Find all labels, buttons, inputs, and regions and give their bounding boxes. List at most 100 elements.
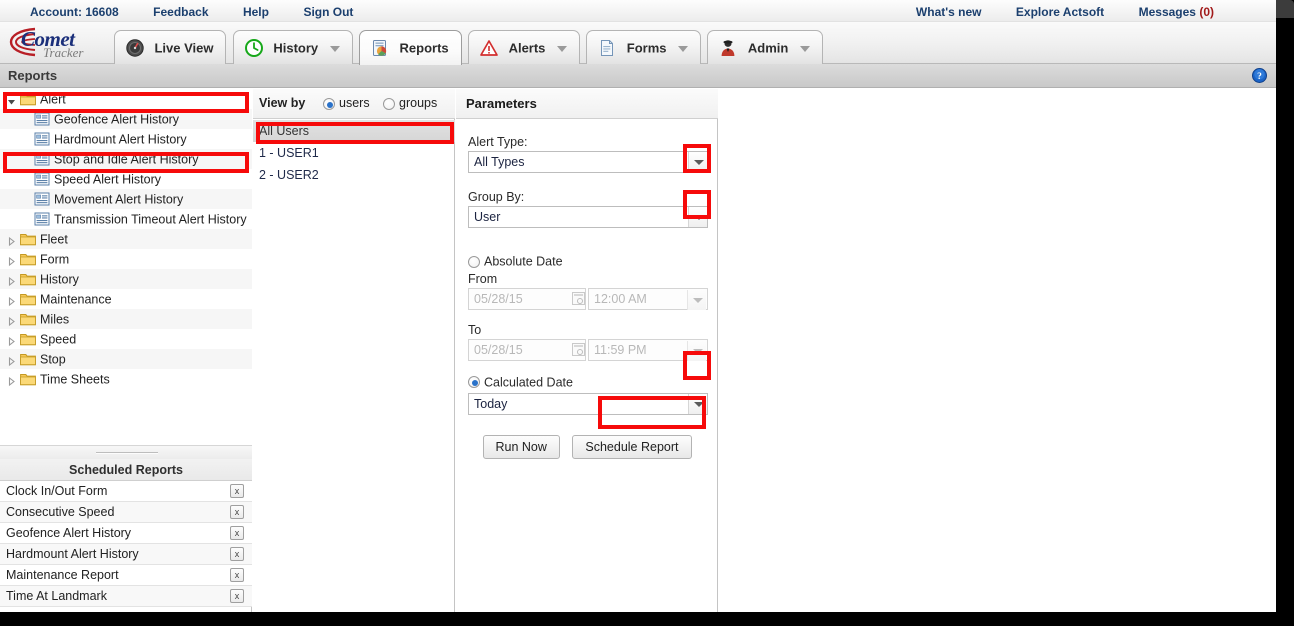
splitter-grip — [96, 452, 158, 454]
tab-alerts[interactable]: Alerts — [468, 30, 580, 64]
group-by-dropdown-arrow[interactable] — [688, 207, 707, 227]
calculated-date-dropdown-arrow[interactable] — [688, 394, 707, 415]
calculated-date-radio[interactable]: Calculated Date — [468, 375, 718, 389]
calendar-icon[interactable] — [572, 291, 585, 305]
from-date-input[interactable]: 05/28/15 — [468, 287, 586, 310]
tree-node[interactable]: Miles — [0, 309, 252, 329]
tab-admin[interactable]: Admin — [707, 30, 823, 64]
scheduled-report-row[interactable]: Time At Landmark x — [0, 586, 252, 607]
sign-out-link[interactable]: Sign Out — [303, 5, 353, 19]
tree-node[interactable]: Speed Alert History — [0, 169, 252, 189]
tree-node[interactable]: Stop — [0, 349, 252, 369]
tree-node[interactable]: Time Sheets — [0, 369, 252, 389]
tree-node[interactable]: Hardmount Alert History — [0, 129, 252, 149]
messages-link[interactable]: Messages (0) — [1139, 5, 1214, 19]
alert-type-dropdown[interactable]: All Types — [468, 151, 708, 173]
schedule-report-button[interactable]: Schedule Report — [572, 435, 692, 460]
triangle-right-icon[interactable] — [6, 333, 17, 347]
to-time-input[interactable]: 11:59 PM — [588, 338, 708, 361]
alert-type-value[interactable]: All Types — [468, 151, 708, 173]
user-list-item[interactable]: All Users — [253, 120, 455, 142]
delete-scheduled-report-icon[interactable]: x — [230, 589, 244, 603]
delete-scheduled-report-icon[interactable]: x — [230, 505, 244, 519]
radio-users-indicator[interactable] — [323, 97, 335, 110]
scheduled-report-row[interactable]: Consecutive Speed x — [0, 502, 252, 523]
tree-node[interactable]: History — [0, 269, 252, 289]
alert-type-dropdown-arrow[interactable] — [688, 152, 707, 172]
radio-view-by-groups[interactable]: groups — [383, 96, 437, 110]
chevron-down-icon[interactable] — [799, 45, 810, 52]
chevron-down-icon[interactable] — [329, 45, 340, 52]
delete-scheduled-report-icon[interactable]: x — [230, 484, 244, 498]
delete-scheduled-report-icon[interactable]: x — [230, 547, 244, 561]
from-time-dropdown-arrow[interactable] — [687, 289, 706, 310]
absolute-date-radio[interactable]: Absolute Date — [468, 254, 718, 269]
report-page-icon — [34, 112, 50, 126]
to-date-input[interactable]: 05/28/15 — [468, 338, 586, 361]
triangle-right-icon[interactable] — [6, 233, 17, 247]
scheduled-report-row[interactable]: Geofence Alert History x — [0, 523, 252, 544]
triangle-right-icon[interactable] — [6, 313, 17, 327]
delete-scheduled-report-icon[interactable]: x — [230, 526, 244, 540]
scheduled-report-name: Maintenance Report — [6, 568, 119, 582]
tree-node[interactable]: Form — [0, 249, 252, 269]
delete-scheduled-report-icon[interactable]: x — [230, 568, 244, 582]
chevron-down-icon[interactable] — [677, 45, 688, 52]
calculated-date-radio-indicator[interactable] — [468, 376, 480, 389]
triangle-down-icon[interactable] — [6, 93, 17, 105]
chevron-down-icon[interactable] — [556, 45, 567, 52]
explore-actsoft-link[interactable]: Explore Actsoft — [1016, 5, 1104, 19]
tree-node[interactable]: Alert — [0, 89, 252, 109]
from-time-input[interactable]: 12:00 AM — [588, 287, 708, 310]
calendar-icon[interactable] — [572, 342, 585, 356]
tree-node-label: Form — [40, 252, 70, 267]
tree-node[interactable]: Transmission Timeout Alert History — [0, 209, 252, 229]
tab-history[interactable]: History — [232, 30, 353, 64]
tree-node[interactable]: Speed — [0, 329, 252, 349]
tree-node[interactable]: Maintenance — [0, 289, 252, 309]
scheduled-report-row[interactable]: Hardmount Alert History x — [0, 544, 252, 565]
group-by-dropdown[interactable]: User — [468, 206, 708, 228]
view-by-label: View by — [259, 96, 306, 110]
tree-node[interactable]: Fleet — [0, 229, 252, 249]
from-datetime-row: 05/28/15 12:00 AM — [468, 287, 708, 310]
view-by-pane: View by users groups All Users 1 - USER1 2… — [253, 89, 455, 612]
tree-node-label: Movement Alert History — [54, 192, 184, 207]
pane-splitter[interactable] — [0, 445, 252, 459]
tab-admin-label: Admin — [747, 40, 789, 56]
scheduled-report-row[interactable]: Clock In/Out Form x — [0, 481, 252, 502]
tab-reports[interactable]: Reports — [359, 30, 462, 65]
triangle-right-icon[interactable] — [6, 253, 17, 267]
run-now-button[interactable]: Run Now — [482, 435, 560, 460]
whats-new-link[interactable]: What's new — [916, 5, 982, 19]
triangle-right-icon[interactable] — [6, 373, 17, 387]
help-circle-icon[interactable]: ? — [1252, 68, 1267, 83]
comet-tracker-logo: Comet Tracker — [9, 25, 109, 61]
messages-count: (0) — [1199, 5, 1214, 19]
help-link[interactable]: Help — [243, 5, 269, 19]
tab-forms[interactable]: Forms — [586, 30, 701, 64]
tree-node[interactable]: Stop and Idle Alert History — [0, 149, 252, 169]
triangle-right-icon[interactable] — [6, 353, 17, 367]
folder-icon — [20, 352, 36, 366]
user-list-item[interactable]: 2 - USER2 — [253, 164, 455, 186]
tree-node-label: Stop and Idle Alert History — [54, 152, 199, 167]
report-page-icon — [34, 192, 50, 206]
triangle-right-icon[interactable] — [6, 273, 17, 287]
triangle-right-icon[interactable] — [6, 293, 17, 307]
to-time-dropdown-arrow[interactable] — [687, 340, 706, 361]
feedback-link[interactable]: Feedback — [153, 5, 208, 19]
radio-view-by-users[interactable]: users — [323, 96, 370, 110]
scheduled-report-row[interactable]: Maintenance Report x — [0, 565, 252, 586]
tree-node[interactable]: Movement Alert History — [0, 189, 252, 209]
account-link[interactable]: Account: 16608 — [30, 5, 119, 19]
tab-live-view[interactable]: Live View — [114, 30, 227, 64]
calculated-date-value[interactable]: Today — [468, 393, 708, 416]
absolute-date-radio-indicator[interactable] — [468, 255, 480, 268]
radio-groups-indicator[interactable] — [383, 97, 395, 110]
tree-node-label: Miles — [40, 312, 70, 327]
group-by-value[interactable]: User — [468, 206, 708, 228]
calculated-date-dropdown[interactable]: Today — [468, 393, 708, 416]
user-list-item[interactable]: 1 - USER1 — [253, 142, 455, 164]
tree-node[interactable]: Geofence Alert History — [0, 109, 252, 129]
